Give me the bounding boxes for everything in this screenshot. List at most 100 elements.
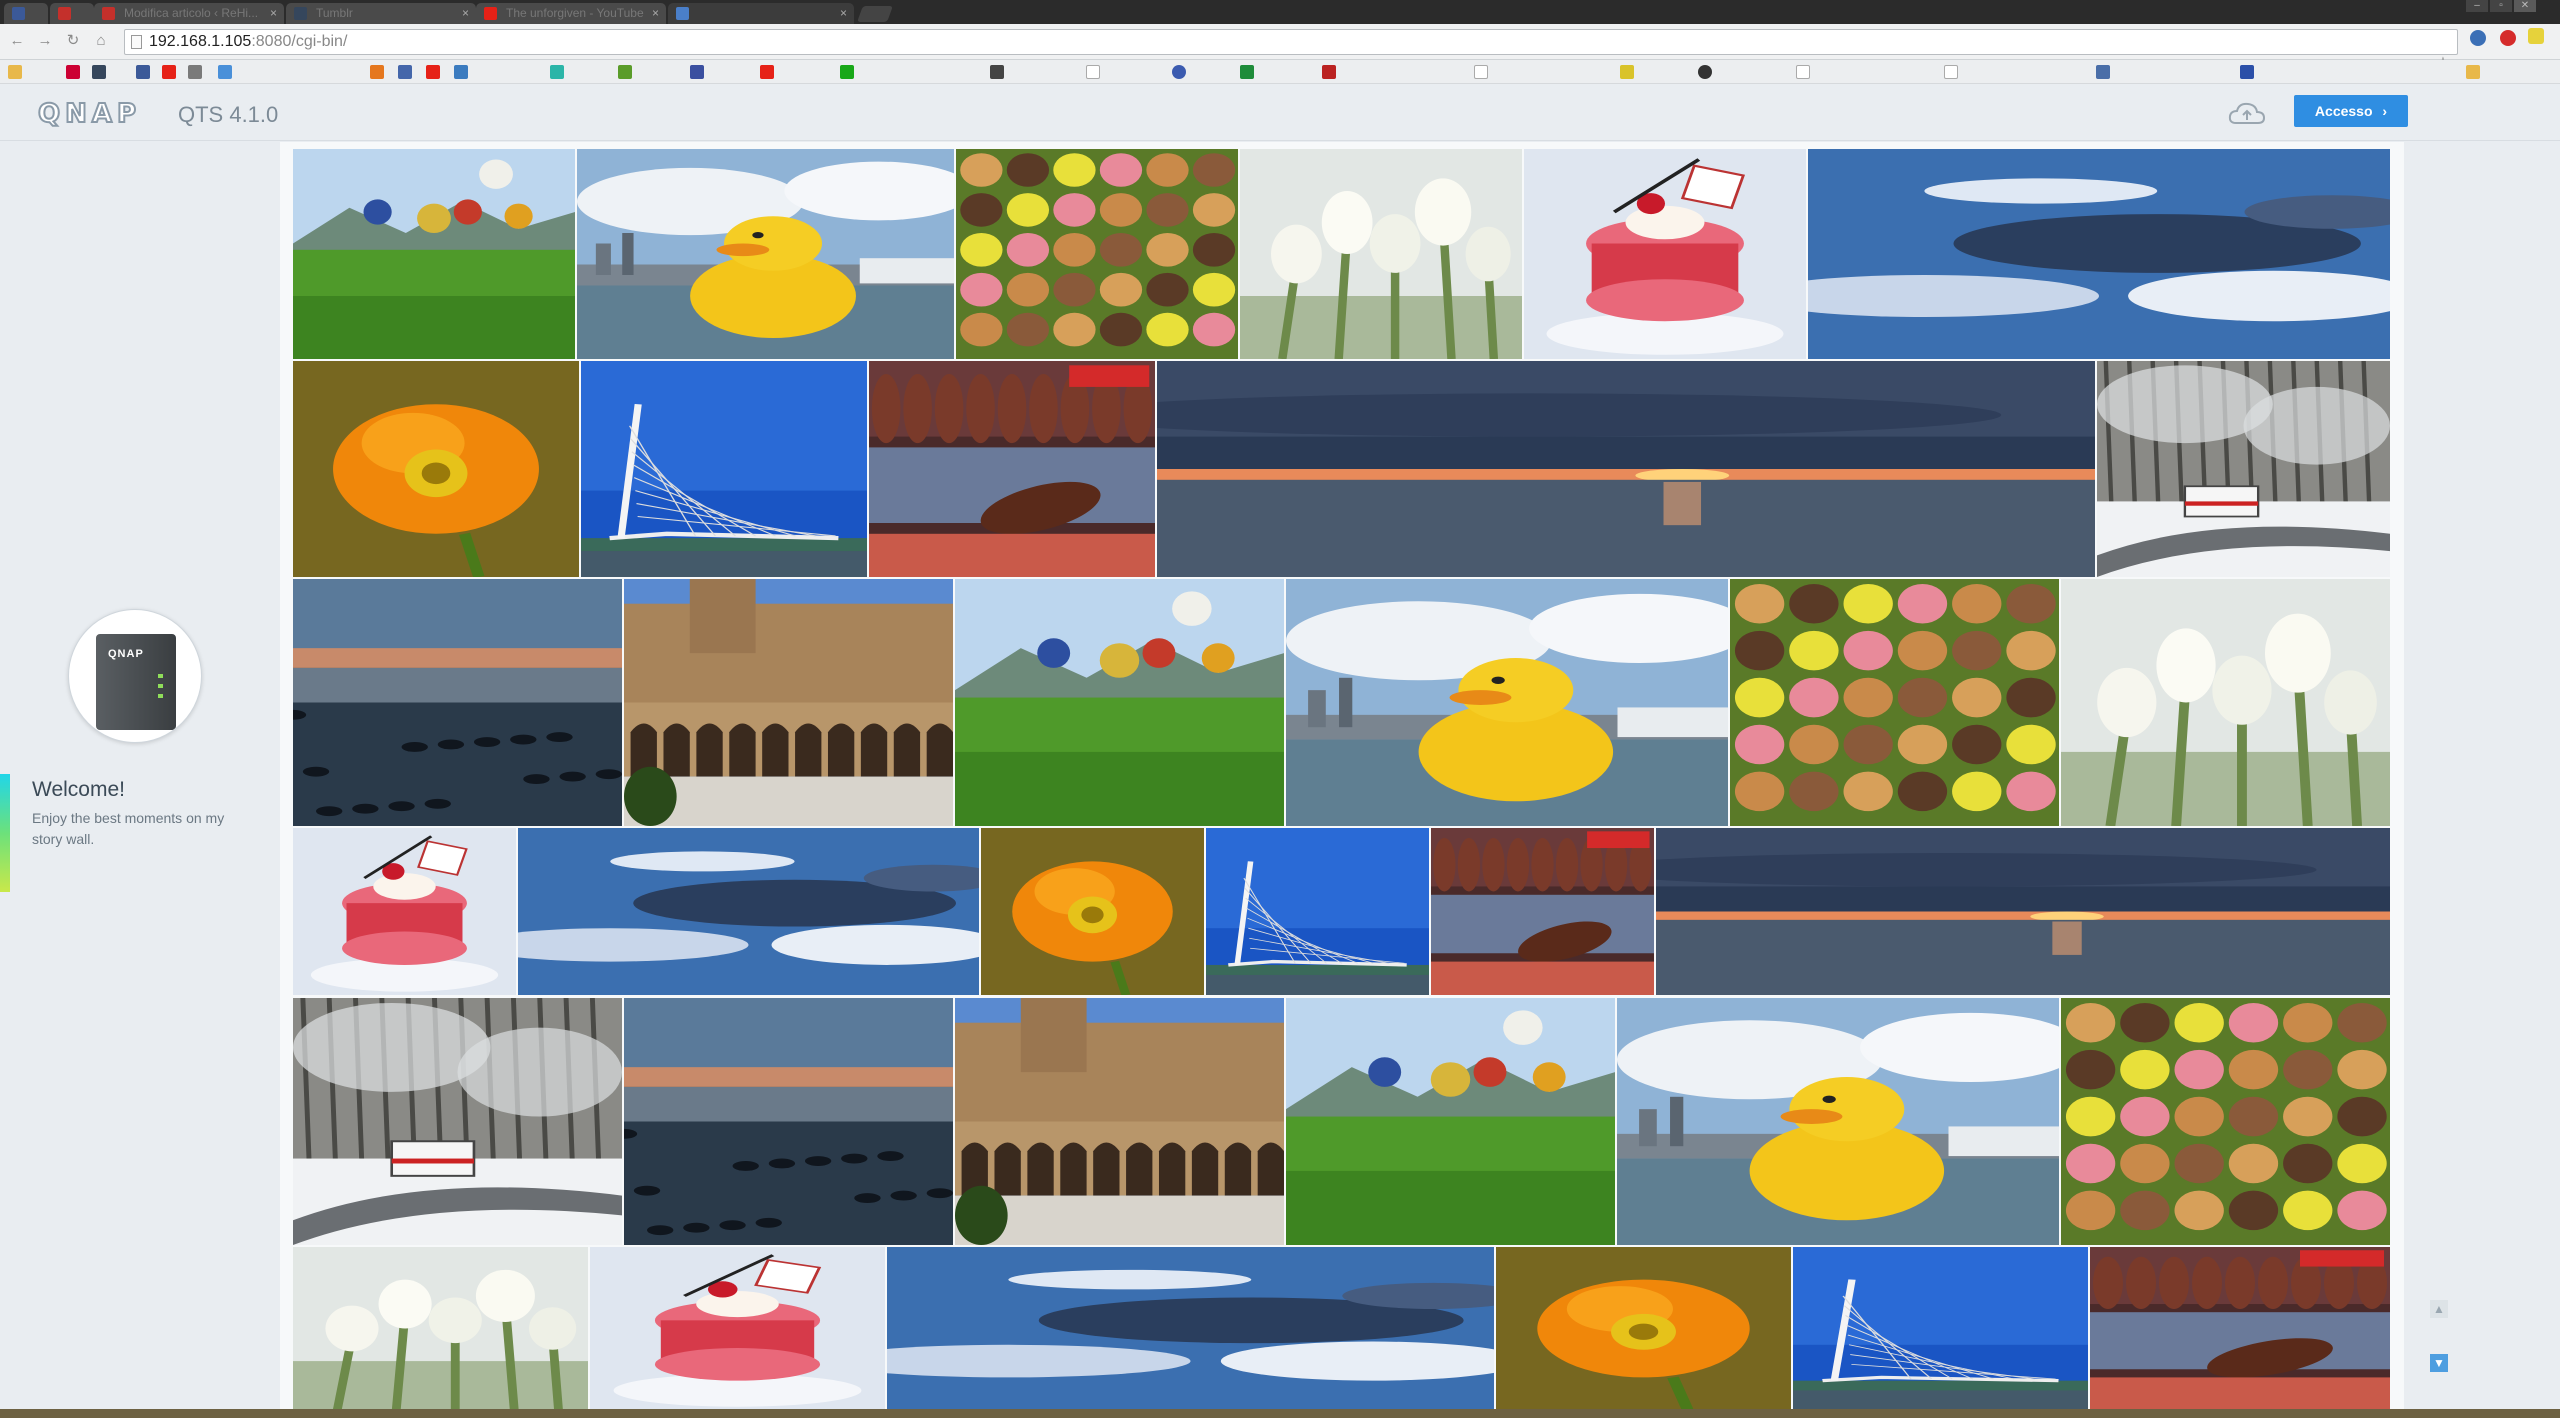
photo-tile[interactable] — [293, 1247, 588, 1410]
photo-tile[interactable] — [1157, 361, 2095, 577]
photo-tile[interactable] — [1524, 149, 1806, 359]
bookmark-item[interactable] — [840, 65, 984, 79]
photo-tile[interactable] — [293, 579, 622, 826]
photo-tile[interactable] — [1431, 828, 1654, 995]
photo-tile[interactable] — [1617, 998, 2059, 1245]
bookmark-item[interactable] — [162, 65, 176, 79]
url-port: :8080 — [251, 33, 292, 50]
maximize-button[interactable]: ▫ — [2490, 0, 2512, 12]
bookmark-item[interactable] — [1698, 65, 1792, 79]
browser-tab[interactable]: Tumblr × — [286, 3, 476, 24]
scroll-up-button[interactable]: ▲ — [2430, 1300, 2448, 1318]
bookmark-item[interactable] — [398, 65, 412, 79]
bookmark-icon — [2240, 65, 2254, 79]
photo-tile[interactable] — [293, 828, 516, 995]
photo-tile[interactable] — [1793, 1247, 2088, 1410]
photo-tile[interactable] — [2097, 361, 2390, 577]
photo-tile[interactable] — [955, 998, 1284, 1245]
bookmark-item[interactable] — [690, 65, 764, 79]
bookmark-folder[interactable] — [8, 65, 70, 79]
bookmark-item[interactable] — [92, 65, 106, 79]
bookmark-item[interactable] — [1474, 65, 1618, 79]
bookmark-item[interactable] — [760, 65, 834, 79]
photo-tile[interactable] — [518, 828, 979, 995]
photo-tile[interactable] — [2061, 579, 2390, 826]
photo-tile[interactable] — [1240, 149, 1522, 359]
login-button[interactable]: Accesso › — [2294, 95, 2408, 127]
bookmark-item[interactable] — [136, 65, 150, 79]
browser-tab[interactable]: Modifica articolo ‹ ReHi... × — [94, 3, 284, 24]
photo-tile[interactable] — [1730, 579, 2059, 826]
photo-tile[interactable] — [981, 828, 1204, 995]
browser-tab-active[interactable]: × — [668, 3, 854, 24]
browser-tab[interactable]: The unforgiven - YouTube × — [476, 3, 666, 24]
tab-title: Modifica articolo ‹ ReHi... — [124, 6, 259, 20]
bookmark-item[interactable] — [370, 65, 384, 79]
bookmark-icon — [1474, 65, 1488, 79]
cloud-icon[interactable] — [2227, 99, 2267, 129]
bookmark-item[interactable] — [454, 65, 548, 79]
bookmark-item[interactable] — [990, 65, 1084, 79]
reload-icon[interactable]: ↻ — [64, 32, 82, 50]
photo-tile[interactable] — [590, 1247, 885, 1410]
bookmark-icon — [454, 65, 468, 79]
photo-tile[interactable] — [624, 998, 953, 1245]
bookmark-item[interactable] — [550, 65, 614, 79]
bookmark-item[interactable] — [426, 65, 440, 79]
bookmark-item[interactable] — [1322, 65, 1466, 79]
bookmark-icon — [1172, 65, 1186, 79]
close-tab-icon[interactable]: × — [652, 3, 659, 24]
photo-tile[interactable] — [956, 149, 1238, 359]
extension-icon[interactable] — [2500, 30, 2516, 46]
address-bar[interactable]: 192.168.1.105:8080/cgi-bin/ — [124, 29, 2458, 55]
scroll-down-button[interactable]: ▼ — [2430, 1354, 2448, 1372]
bookmark-item[interactable] — [66, 65, 80, 79]
forward-icon[interactable]: → — [36, 32, 54, 50]
browser-tab[interactable] — [4, 3, 48, 24]
new-tab-button[interactable] — [857, 6, 893, 22]
bookmark-item[interactable] — [1086, 65, 1180, 79]
bookmark-item[interactable] — [218, 65, 352, 79]
extension-icon[interactable] — [2528, 28, 2544, 44]
home-icon[interactable]: ⌂ — [92, 32, 110, 50]
bookmark-item[interactable] — [1240, 65, 1314, 79]
photo-tile[interactable] — [624, 579, 953, 826]
bookmark-item[interactable] — [1796, 65, 1930, 79]
close-window-button[interactable]: ✕ — [2514, 0, 2536, 12]
bookmark-item[interactable] — [188, 65, 202, 79]
photo-tile[interactable] — [1656, 828, 2390, 995]
photo-tile[interactable] — [1286, 579, 1728, 826]
bookmark-item[interactable] — [2240, 65, 2434, 79]
photo-tile[interactable] — [1496, 1247, 1791, 1410]
url-host: 192.168.1.105 — [149, 33, 252, 50]
bookmark-icon — [550, 65, 564, 79]
photo-tile[interactable] — [1286, 998, 1615, 1245]
photo-tile[interactable] — [1808, 149, 2390, 359]
photo-tile[interactable] — [1206, 828, 1429, 995]
photo-tile[interactable] — [293, 998, 622, 1245]
photo-tile[interactable] — [869, 361, 1155, 577]
browser-toolbar: ← → ↻ ⌂ 192.168.1.105:8080/cgi-bin/ ☆ — [0, 24, 2560, 76]
photo-image — [293, 828, 516, 995]
bookmark-folder[interactable] — [2466, 65, 2550, 79]
close-tab-icon[interactable]: × — [840, 3, 847, 24]
photo-tile[interactable] — [887, 1247, 1494, 1410]
photo-tile[interactable] — [955, 579, 1284, 826]
close-tab-icon[interactable]: × — [462, 3, 469, 24]
minimize-button[interactable]: – — [2466, 0, 2488, 12]
browser-tab[interactable] — [50, 3, 94, 24]
photo-tile[interactable] — [581, 361, 867, 577]
back-icon[interactable]: ← — [8, 32, 26, 50]
close-tab-icon[interactable]: × — [270, 3, 277, 24]
photo-tile[interactable] — [293, 361, 579, 577]
photo-tile[interactable] — [2090, 1247, 2390, 1410]
photo-tile[interactable] — [577, 149, 954, 359]
bookmark-item[interactable] — [2096, 65, 2230, 79]
bookmark-item[interactable] — [1172, 65, 1246, 79]
photo-tile[interactable] — [2061, 998, 2390, 1245]
photo-tile[interactable] — [293, 149, 575, 359]
bookmark-item[interactable] — [1944, 65, 2078, 79]
bookmark-item[interactable] — [618, 65, 692, 79]
extension-icon[interactable] — [2470, 30, 2486, 46]
bookmark-item[interactable] — [1620, 65, 1704, 79]
